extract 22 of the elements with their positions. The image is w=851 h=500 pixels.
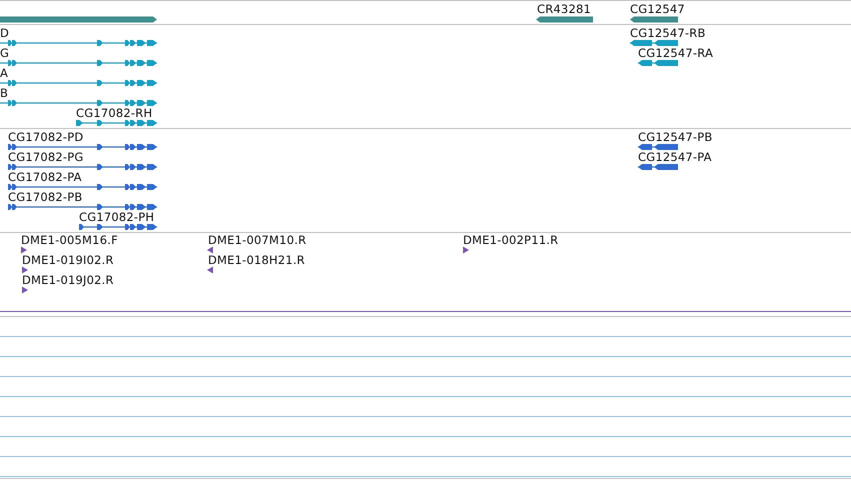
feature-label: CG17082-PH bbox=[79, 211, 154, 224]
feature-label: A bbox=[0, 67, 8, 80]
feature-label: CR43281 bbox=[537, 3, 592, 16]
feature-label: CG12547-PB bbox=[638, 131, 712, 144]
feature-label: CG17082-PG bbox=[8, 151, 84, 164]
feature-label: DME1-018H21.R bbox=[208, 254, 305, 267]
feature-label: DME1-019I02.R bbox=[22, 254, 114, 267]
feature-label: CG17082-RH bbox=[76, 107, 152, 120]
feature-label: CG12547-PA bbox=[638, 151, 712, 164]
feature-label: CG12547 bbox=[630, 3, 685, 16]
feature-label: G bbox=[0, 47, 10, 60]
feature-label: CG17082-PB bbox=[8, 191, 82, 204]
feature-label: B bbox=[0, 87, 8, 100]
feature-label: DME1-007M10.R bbox=[208, 234, 306, 247]
feature-label: DME1-005M16.F bbox=[21, 234, 118, 247]
feature-label: DME1-019J02.R bbox=[22, 274, 114, 287]
feature-label: CG12547-RB bbox=[630, 27, 706, 40]
feature-label: D bbox=[0, 27, 10, 40]
feature-label: DME1-002P11.R bbox=[463, 234, 558, 247]
feature-label: CG12547-RA bbox=[638, 47, 714, 60]
feature-label: CG17082-PA bbox=[8, 171, 82, 184]
feature-label: CG17082-PD bbox=[8, 131, 84, 144]
